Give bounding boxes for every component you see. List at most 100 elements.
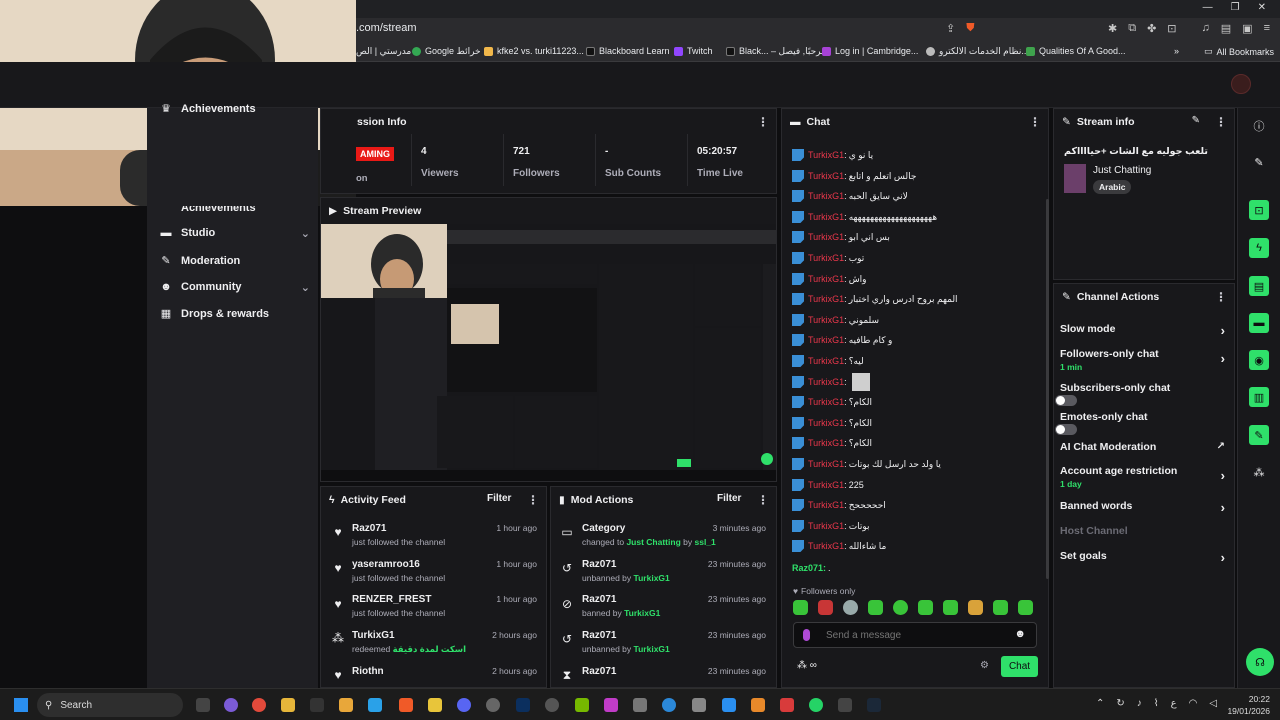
translate-icon[interactable]: ⧉ (1128, 22, 1136, 35)
chat-username[interactable]: TurkixG1 (808, 274, 844, 284)
nav-achievements-visible[interactable]: Achievements (160, 206, 310, 214)
chat-send-button[interactable]: Chat (1001, 656, 1038, 677)
clock[interactable]: 20:22 19/01/2026 (1224, 694, 1270, 716)
network-icon[interactable]: ⌇ (1154, 698, 1159, 709)
wrench-icon[interactable]: ✎ (1249, 425, 1269, 445)
points-icon[interactable]: ⁂ ∞ (797, 660, 817, 671)
chat-settings-icon[interactable]: ⚙ (980, 660, 989, 671)
chrome-icon[interactable] (252, 698, 266, 712)
bookmark-0[interactable]: مدرستي | الص (356, 46, 411, 57)
app-icon[interactable] (780, 698, 794, 712)
nav-studio[interactable]: ▬ Studio ⌄ (160, 227, 311, 240)
app-icon[interactable] (692, 698, 706, 712)
more-options-icon[interactable]: ⋮ (1029, 115, 1041, 129)
emote-icon[interactable] (868, 600, 883, 615)
chat-username[interactable]: Raz071 (792, 563, 823, 573)
mail-icon[interactable] (633, 698, 647, 712)
chat-username[interactable]: TurkixG1 (808, 335, 844, 345)
chat-username[interactable]: TurkixG1 (808, 438, 844, 448)
tag-badge[interactable]: Arabic (1093, 180, 1132, 194)
chat-username[interactable]: TurkixG1 (808, 253, 844, 263)
document-icon[interactable]: ▤ (1249, 276, 1269, 296)
edit-icon[interactable]: ✎ (1192, 115, 1200, 126)
bookmark-2[interactable]: kfke2 vs. turki11223... (484, 46, 584, 56)
chat-username[interactable]: TurkixG1 (808, 500, 844, 510)
mod-filter-button[interactable]: Filter (717, 493, 741, 504)
broadcast-icon[interactable]: ◉ (1249, 350, 1269, 370)
chat-icon[interactable]: ▬ (1249, 313, 1269, 333)
photoshop-icon[interactable] (516, 698, 530, 712)
store-icon[interactable] (339, 698, 353, 712)
subscribers-only-toggle[interactable] (1055, 395, 1077, 406)
url-text[interactable]: .com/stream (356, 22, 417, 34)
emote-icon[interactable] (843, 600, 858, 615)
chat-username[interactable]: TurkixG1 (808, 232, 844, 242)
chat-username[interactable]: TurkixG1 (808, 397, 844, 407)
chat-username[interactable]: TurkixG1 (808, 294, 844, 304)
app-icon[interactable] (722, 698, 736, 712)
sync-icon[interactable]: ↻ (1116, 698, 1124, 709)
screenshot-icon[interactable]: ⊡ (1167, 22, 1176, 35)
emote-icon[interactable] (968, 600, 983, 615)
obs-icon[interactable] (545, 698, 559, 712)
volume-icon[interactable]: ◁ (1209, 698, 1217, 709)
info-icon[interactable]: ⓘ (1249, 116, 1269, 136)
chat-username[interactable]: TurkixG1 (808, 212, 844, 222)
bookmark-3[interactable]: Blackboard Learn (586, 46, 670, 56)
microphone-icon[interactable] (803, 629, 810, 641)
emote-icon[interactable] (893, 600, 908, 615)
all-bookmarks[interactable]: ▭ All Bookmarks (1204, 46, 1274, 57)
bookmark-7[interactable]: نظام الخدمات الالكترو... (926, 46, 1029, 57)
lightning-icon[interactable]: ϟ (1249, 238, 1269, 258)
chat-username[interactable]: TurkixG1 (808, 521, 844, 531)
avatar[interactable] (1231, 74, 1251, 94)
app-icon[interactable] (486, 698, 500, 712)
chat-scrollbar[interactable] (1046, 199, 1049, 579)
more-options-icon[interactable]: ⋮ (1215, 290, 1227, 304)
ai-moderation-row[interactable]: AI Chat Moderation ↗ (1060, 441, 1230, 453)
share-icon[interactable]: ⇪ (946, 22, 955, 35)
music-icon[interactable]: ♫ (1202, 22, 1210, 35)
clip-icon[interactable]: ⊡ (1249, 200, 1269, 220)
nav-drops[interactable]: ▦ Drops & rewards (160, 307, 310, 321)
emote-icon[interactable] (818, 600, 833, 615)
more-options-icon[interactable]: ⋮ (757, 493, 769, 507)
chevron-up-icon[interactable]: ⌃ (1096, 698, 1104, 709)
whatsapp-icon[interactable] (809, 698, 823, 712)
chat-username[interactable]: TurkixG1 (808, 171, 844, 181)
minimize-icon[interactable]: — (1203, 2, 1213, 13)
nvidia-icon[interactable] (575, 698, 589, 712)
brave-shield-icon[interactable]: ⛊ (966, 22, 974, 35)
brave-icon[interactable] (399, 698, 413, 712)
file-explorer-icon[interactable] (281, 698, 295, 712)
microphone-icon[interactable]: ♪ (1137, 698, 1142, 709)
taskbar-search[interactable]: ⚲ Search (37, 693, 183, 717)
more-options-icon[interactable]: ⋮ (527, 493, 539, 507)
support-icon[interactable]: ☊ (1246, 648, 1274, 676)
bookmark-4[interactable]: Twitch (674, 46, 713, 56)
emote-icon[interactable] (993, 600, 1008, 615)
nav-moderation[interactable]: ✎ Moderation (160, 254, 310, 268)
more-options-icon[interactable]: ⋮ (757, 115, 769, 129)
set-goals-row[interactable]: Set goals › (1060, 550, 1230, 565)
close-icon[interactable]: ✕ (1258, 2, 1266, 13)
chat-username[interactable]: TurkixG1 (808, 150, 844, 160)
notepad-icon[interactable] (368, 698, 382, 712)
task-view-icon[interactable] (196, 698, 210, 712)
activity-filter-button[interactable]: Filter (487, 493, 511, 504)
menu-icon[interactable]: ≡ (1264, 22, 1270, 35)
wallet-icon[interactable]: ▣ (1242, 22, 1252, 35)
discord-icon[interactable] (457, 698, 471, 712)
followers-only-row[interactable]: Followers-only chat 1 min › (1060, 348, 1230, 372)
edge-icon[interactable] (662, 698, 676, 712)
emote-icon[interactable] (918, 600, 933, 615)
emotes-only-toggle[interactable] (1055, 424, 1077, 435)
bookmark-1[interactable]: Google خرائط (412, 46, 481, 57)
banned-words-row[interactable]: Banned words › (1060, 500, 1230, 515)
add-action-icon[interactable]: ⁂ (1249, 462, 1269, 482)
emote-icon[interactable] (1018, 600, 1033, 615)
pencil-icon[interactable]: ✎ (1249, 152, 1269, 172)
chat-username[interactable]: TurkixG1 (808, 541, 844, 551)
bookmarks-more[interactable]: » (1174, 46, 1179, 56)
chat-input-box[interactable]: ☻ (793, 622, 1037, 648)
